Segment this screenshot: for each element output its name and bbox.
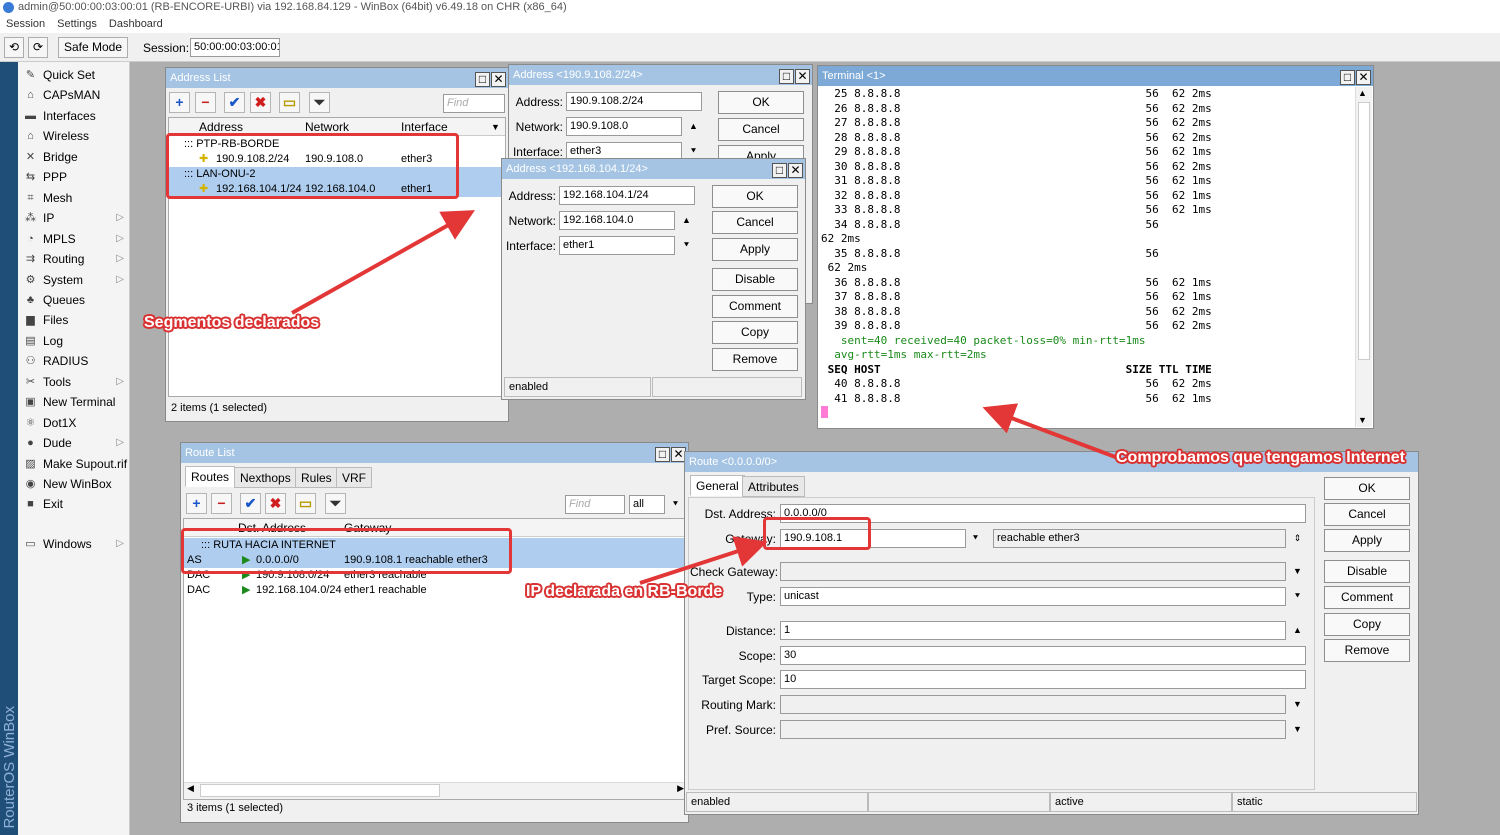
annotation-arrows xyxy=(291,210,1119,585)
annotation-internet: Comprobamos que tengamos Internet xyxy=(1116,449,1405,466)
arrow-segmentos xyxy=(291,210,475,315)
annotation-ip-declarada: IP declarada en RB-Borde xyxy=(526,583,723,600)
arrow-internet xyxy=(982,403,1119,460)
annotation-segmentos: Segmentos declarados xyxy=(144,314,320,331)
arrow-ip-declarada xyxy=(639,536,768,585)
